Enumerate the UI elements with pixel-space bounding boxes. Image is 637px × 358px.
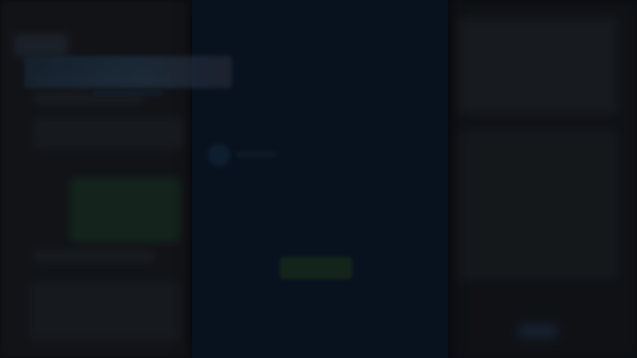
- blurred-card: [30, 282, 180, 340]
- blurred-logo: [14, 34, 68, 56]
- blurred-card: [34, 118, 184, 148]
- blurred-circle-icon: [208, 144, 230, 166]
- dialog-text-line: [236, 152, 276, 157]
- screen: [0, 0, 637, 358]
- blurred-button: [518, 324, 558, 338]
- dialog-header: [24, 56, 232, 88]
- blurred-chart: [70, 178, 180, 242]
- blurred-text-line: [34, 252, 154, 262]
- blurred-card: [458, 18, 618, 114]
- modal-dialog: [192, 0, 448, 358]
- primary-action-button[interactable]: [280, 257, 352, 279]
- dialog-subtitle-line: [92, 90, 164, 96]
- background-left-panel: [0, 0, 192, 358]
- blurred-card: [458, 130, 618, 280]
- background-right-panel: [448, 0, 637, 358]
